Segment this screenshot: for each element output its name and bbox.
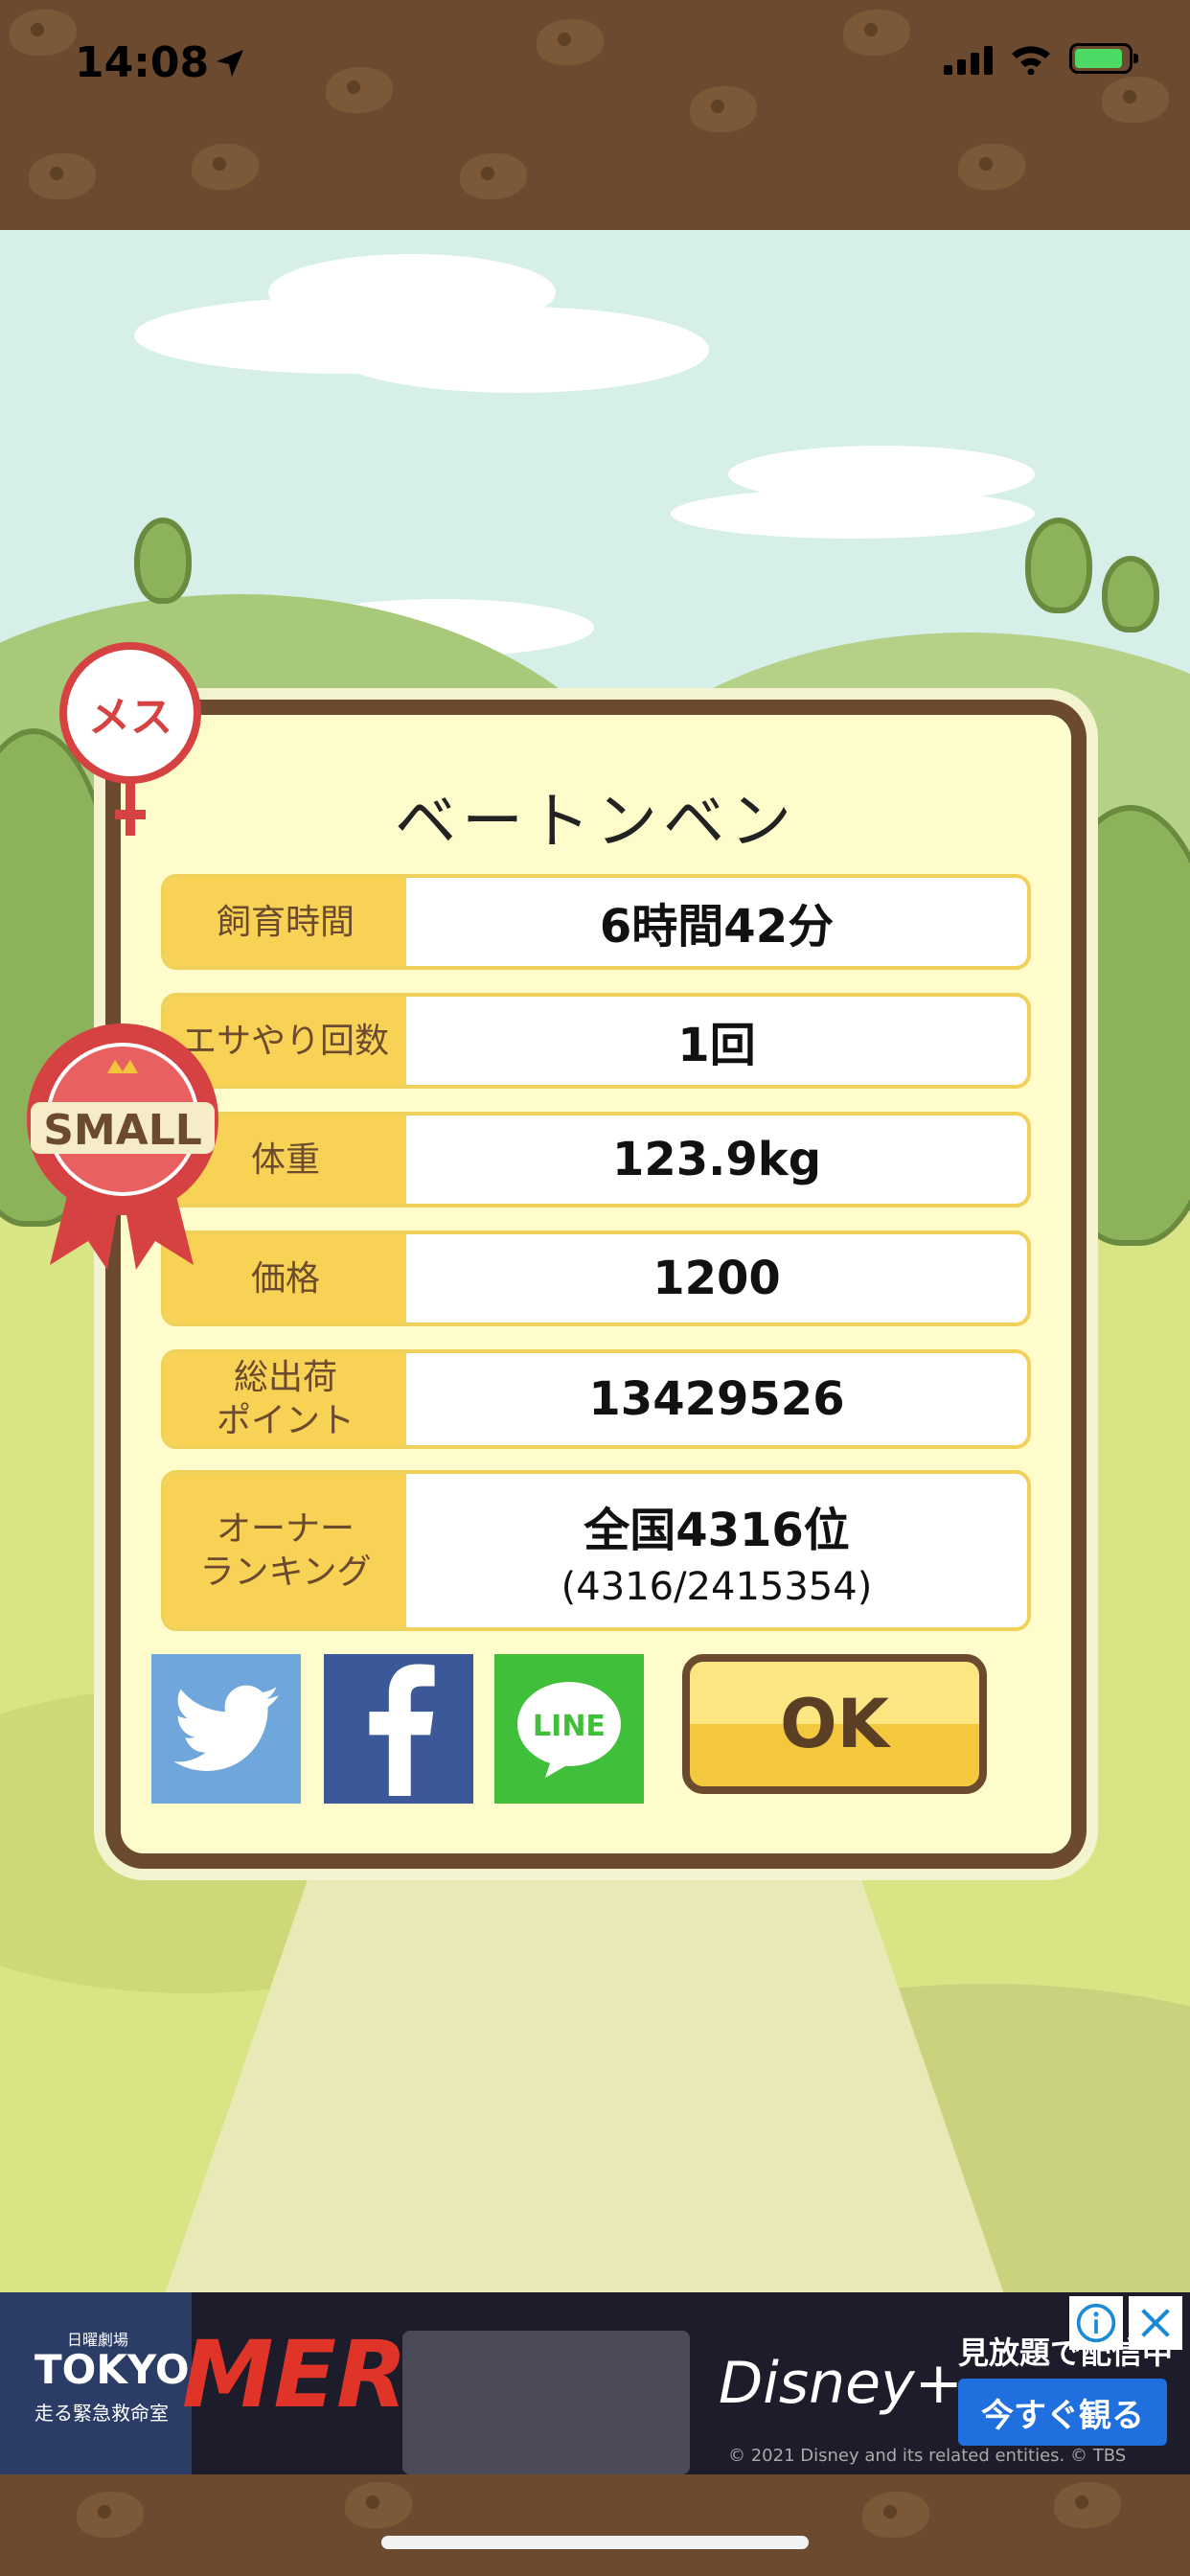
stat-value: 1200: [652, 1252, 781, 1305]
stat-row-shipment-points: 総出荷 ポイント 13429526: [161, 1349, 1031, 1449]
twitter-share-button[interactable]: [151, 1654, 301, 1804]
small-size-ribbon-badge: SMALL: [27, 1024, 218, 1270]
ad-jp-subtitle: 走る緊急救命室: [34, 2402, 169, 2425]
stat-value-group: 全国4316位 (4316/2415354): [406, 1474, 1027, 1627]
stat-row-price: 価格 1200: [161, 1230, 1031, 1326]
stat-row-weight: 体重 123.9kg: [161, 1112, 1031, 1208]
ad-left-text: TOKYO: [34, 2346, 190, 2393]
size-badge-label: SMALL: [43, 1106, 202, 1155]
stat-label: 総出荷 ポイント: [165, 1353, 406, 1445]
line-logo-text: LINE: [533, 1710, 606, 1743]
ad-cta-button[interactable]: 今すぐ観る: [958, 2379, 1167, 2446]
wifi-icon: [1012, 46, 1050, 75]
stat-label: 飼育時間: [165, 878, 406, 966]
ad-title: MER: [182, 2321, 408, 2428]
stat-value: 6時間42分: [599, 900, 835, 954]
stat-value: 1回: [677, 1019, 756, 1072]
female-symbol-icon: [115, 778, 146, 836]
line-share-button[interactable]: LINE: [494, 1654, 644, 1804]
stat-value: 123.9kg: [611, 1133, 822, 1186]
ranking-value: 全国4316位: [584, 1504, 850, 1557]
line-icon: LINE: [517, 1682, 621, 1778]
stat-row-owner-ranking: オーナー ランキング 全国4316位 (4316/2415354): [161, 1470, 1031, 1631]
pig-name: ベートンベン: [395, 787, 797, 858]
status-bar: 14:08: [0, 0, 1190, 230]
ranking-detail: (4316/2415354): [561, 1565, 873, 1609]
ad-info-icon[interactable]: [1069, 2296, 1123, 2350]
gender-badge-label: メス: [88, 693, 172, 742]
location-arrow-icon: [217, 50, 243, 77]
facebook-share-button[interactable]: [324, 1654, 473, 1804]
pig-info-dialog: ベートンベン 飼育時間 6時間42分 エサやり回数 1回 体重 123.9kg …: [105, 700, 1087, 1869]
battery-icon: [1069, 43, 1138, 74]
ad-brand: Disney+: [719, 2350, 963, 2417]
stat-row-feed-count: エサやり回数 1回: [161, 993, 1031, 1089]
ad-photo: [402, 2331, 690, 2474]
stat-row-rearing-time: 飼育時間 6時間42分: [161, 874, 1031, 970]
status-icons: [944, 42, 1138, 75]
stat-value: 13429526: [588, 1372, 845, 1426]
ad-copyright: © 2021 Disney and its related entities. …: [728, 2446, 1127, 2466]
twitter-icon: [173, 1685, 279, 1771]
stat-label: オーナー ランキング: [165, 1474, 406, 1627]
ok-button[interactable]: OK: [682, 1654, 987, 1794]
female-badge: メス: [59, 642, 201, 784]
ad-close-icon[interactable]: [1129, 2296, 1182, 2350]
facebook-icon: [369, 1664, 435, 1796]
cellular-signal-icon: [944, 42, 993, 75]
status-time: 14:08: [75, 38, 210, 87]
home-indicator[interactable]: [381, 2536, 809, 2549]
